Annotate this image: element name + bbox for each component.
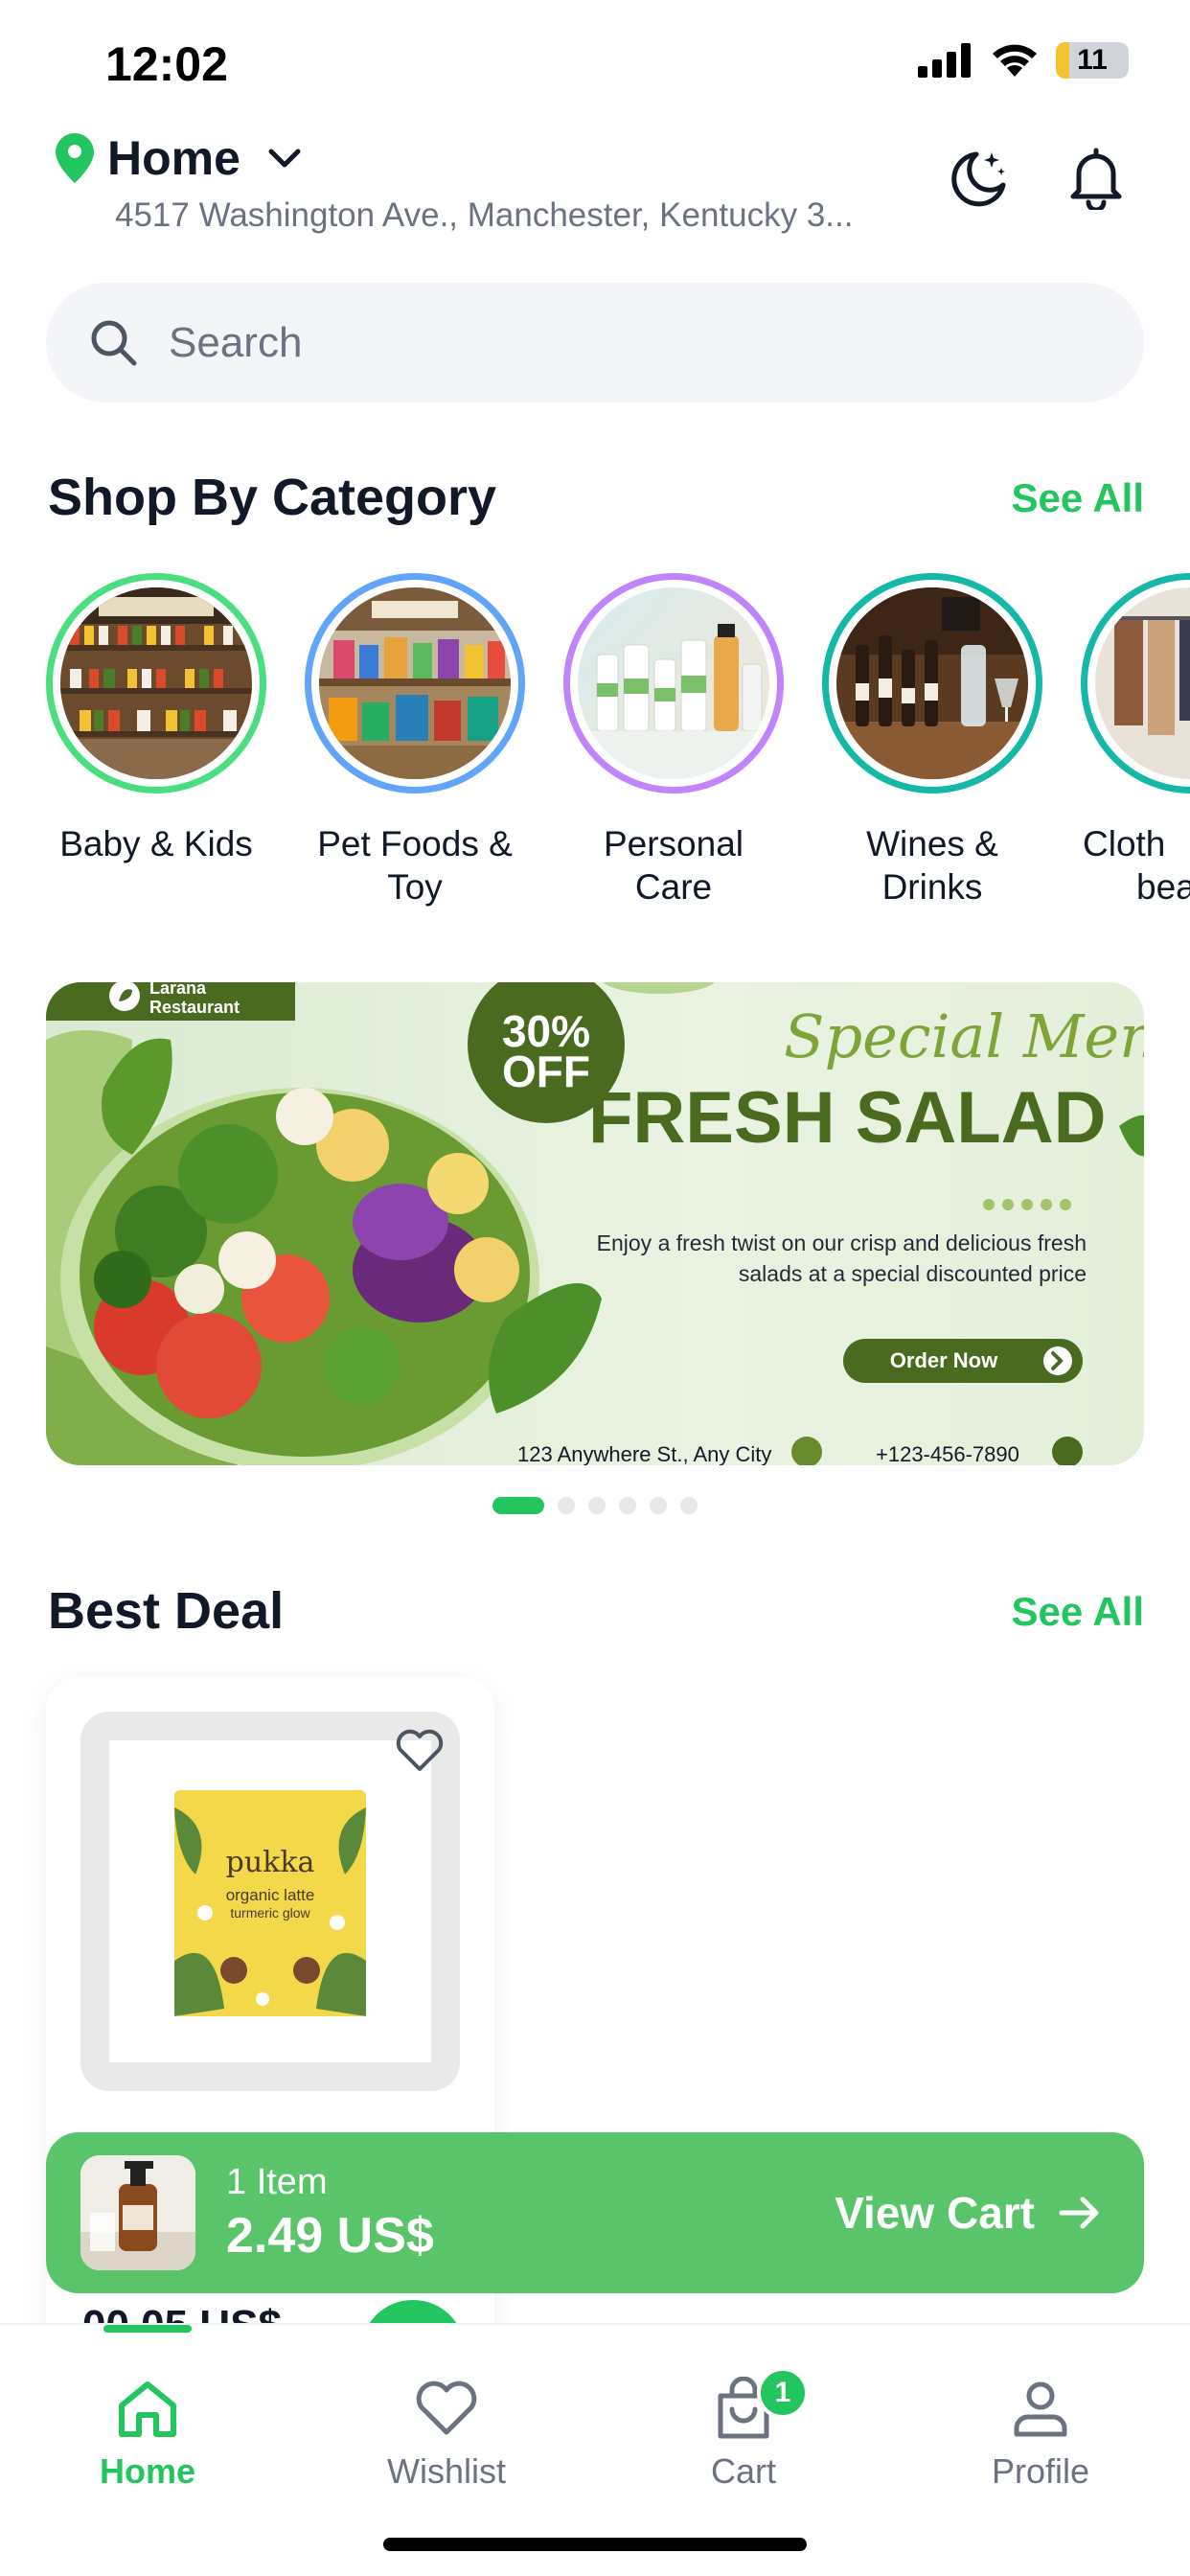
banner-description-line2: salads at a special discounted price (738, 1261, 1087, 1286)
battery-icon: 11 (1056, 42, 1129, 79)
bell-icon (1070, 148, 1122, 210)
category-label-line2: bea (1136, 867, 1190, 907)
home-icon (119, 2381, 176, 2437)
banner-title: FRESH SALAD (588, 1077, 1107, 1159)
tab-profile[interactable]: Profile (926, 2325, 1156, 2492)
active-tab-indicator (103, 2325, 192, 2333)
location-selector[interactable]: Home (56, 130, 304, 186)
arrow-right-icon (1059, 2196, 1099, 2229)
banner-description: Enjoy a fresh twist on our crisp and del… (597, 1228, 1087, 1289)
notifications-button[interactable] (1062, 144, 1131, 213)
banner-script-title: Special Menu (784, 1001, 1144, 1071)
tab-label: Home (99, 2451, 196, 2491)
category-ring (46, 573, 266, 794)
category-image (1095, 587, 1190, 779)
category-pet-foods-toy[interactable]: Pet Foods & Toy (286, 573, 544, 908)
wishlist-toggle[interactable] (393, 1725, 446, 1780)
search-icon (91, 320, 137, 365)
product-image: pukka organic latte turmeric glow (109, 1740, 431, 2062)
tab-home[interactable]: Home (33, 2325, 263, 2492)
delivery-address[interactable]: 4517 Washington Ave., Manchester, Kentuc… (115, 196, 939, 235)
category-wines-drinks[interactable]: Wines & Drinks (803, 573, 1062, 908)
promo-banner[interactable]: Larana Restaurant 30% OFF Special Menu F… (46, 982, 1144, 1465)
pagination-dot[interactable] (680, 1497, 698, 1514)
product-image-frame: pukka organic latte turmeric glow (80, 1712, 460, 2091)
moon-stars-icon (951, 151, 1006, 207)
product-package-brand: pukka (225, 1846, 315, 1879)
category-label: Cloth (1083, 824, 1166, 863)
category-ring (1081, 573, 1190, 794)
category-image (60, 587, 252, 779)
categories-carousel[interactable]: Baby & Kids Pet Foods & Toy Personal Car… (46, 573, 1190, 918)
category-label-line2: Toy (387, 867, 443, 907)
location-label: Home (107, 131, 240, 185)
category-label: Pet Foods & (317, 824, 513, 863)
cart-badge: 1 (757, 2367, 809, 2419)
cart-total: 2.49 US$ (226, 2207, 434, 2264)
discount-percent: 30% (501, 1006, 591, 1056)
category-label: Wines & (866, 824, 998, 863)
cart-info: 1 Item 2.49 US$ (226, 2162, 434, 2265)
cellular-signal-icon (918, 43, 971, 78)
product-package-line1: organic latte (225, 1886, 315, 1904)
banner-phone: +123-456-7890 (876, 1442, 1019, 1465)
cart-item-count: 1 Item (226, 2161, 328, 2202)
categories-see-all-link[interactable]: See All (1011, 475, 1144, 521)
banner-brand: Larana Restaurant (149, 982, 240, 1017)
tab-label: Profile (991, 2451, 1090, 2491)
chevron-down-icon (268, 149, 301, 168)
category-clothing[interactable]: Cloth bea (1062, 573, 1190, 908)
location-pin-icon (56, 133, 94, 183)
category-label: Personal (603, 824, 744, 863)
category-baby-kids[interactable]: Baby & Kids (46, 573, 286, 865)
tab-cart[interactable]: 1 Cart (629, 2325, 858, 2492)
status-time: 12:02 (105, 37, 228, 91)
status-bar: 12:02 11 (0, 0, 1190, 134)
view-cart-label: View Cart (835, 2188, 1035, 2238)
category-label: Baby & Kids (59, 824, 253, 863)
banner-address: 123 Anywhere St., Any City (517, 1442, 772, 1465)
dark-mode-button[interactable] (945, 144, 1014, 213)
cart-item-thumbnail (80, 2155, 195, 2270)
category-ring (563, 573, 784, 794)
product-package-line2: turmeric glow (230, 1905, 310, 1920)
user-icon (1014, 2381, 1067, 2437)
best-deal-title: Best Deal (48, 1582, 285, 1640)
home-indicator[interactable] (383, 2538, 807, 2551)
category-ring (305, 573, 525, 794)
category-label-line2: Care (634, 867, 713, 907)
wifi-icon (993, 44, 1037, 77)
view-cart-button[interactable]: View Cart (835, 2187, 1102, 2239)
categories-title: Shop By Category (48, 469, 497, 526)
heart-icon (396, 1729, 444, 1771)
banner-pagination[interactable] (0, 1497, 1190, 1514)
category-image (836, 587, 1028, 779)
status-icons: 11 (918, 42, 1129, 79)
search-input[interactable] (169, 318, 1031, 367)
pagination-dot-active[interactable] (492, 1497, 544, 1514)
heart-icon (416, 2380, 477, 2435)
pagination-dot[interactable] (619, 1497, 636, 1514)
best-deal-see-all-link[interactable]: See All (1011, 1589, 1144, 1635)
tab-label: Cart (710, 2451, 776, 2491)
category-image (578, 587, 769, 779)
cart-summary-bar[interactable]: 1 Item 2.49 US$ View Cart (46, 2132, 1144, 2293)
pagination-dot[interactable] (588, 1497, 606, 1514)
search-bar[interactable] (46, 283, 1144, 402)
banner-description-line1: Enjoy a fresh twist on our crisp and del… (596, 1230, 1087, 1255)
order-now-button[interactable]: Order Now (843, 1339, 1044, 1383)
pagination-dot[interactable] (650, 1497, 667, 1514)
battery-level: 11 (1077, 44, 1108, 76)
category-image (319, 587, 511, 779)
category-ring (822, 573, 1042, 794)
pagination-dot[interactable] (558, 1497, 575, 1514)
tab-wishlist[interactable]: Wishlist (332, 2325, 561, 2492)
category-label-line2: Drinks (881, 867, 983, 907)
tab-label: Wishlist (387, 2451, 506, 2491)
category-personal-care[interactable]: Personal Care (544, 573, 803, 908)
